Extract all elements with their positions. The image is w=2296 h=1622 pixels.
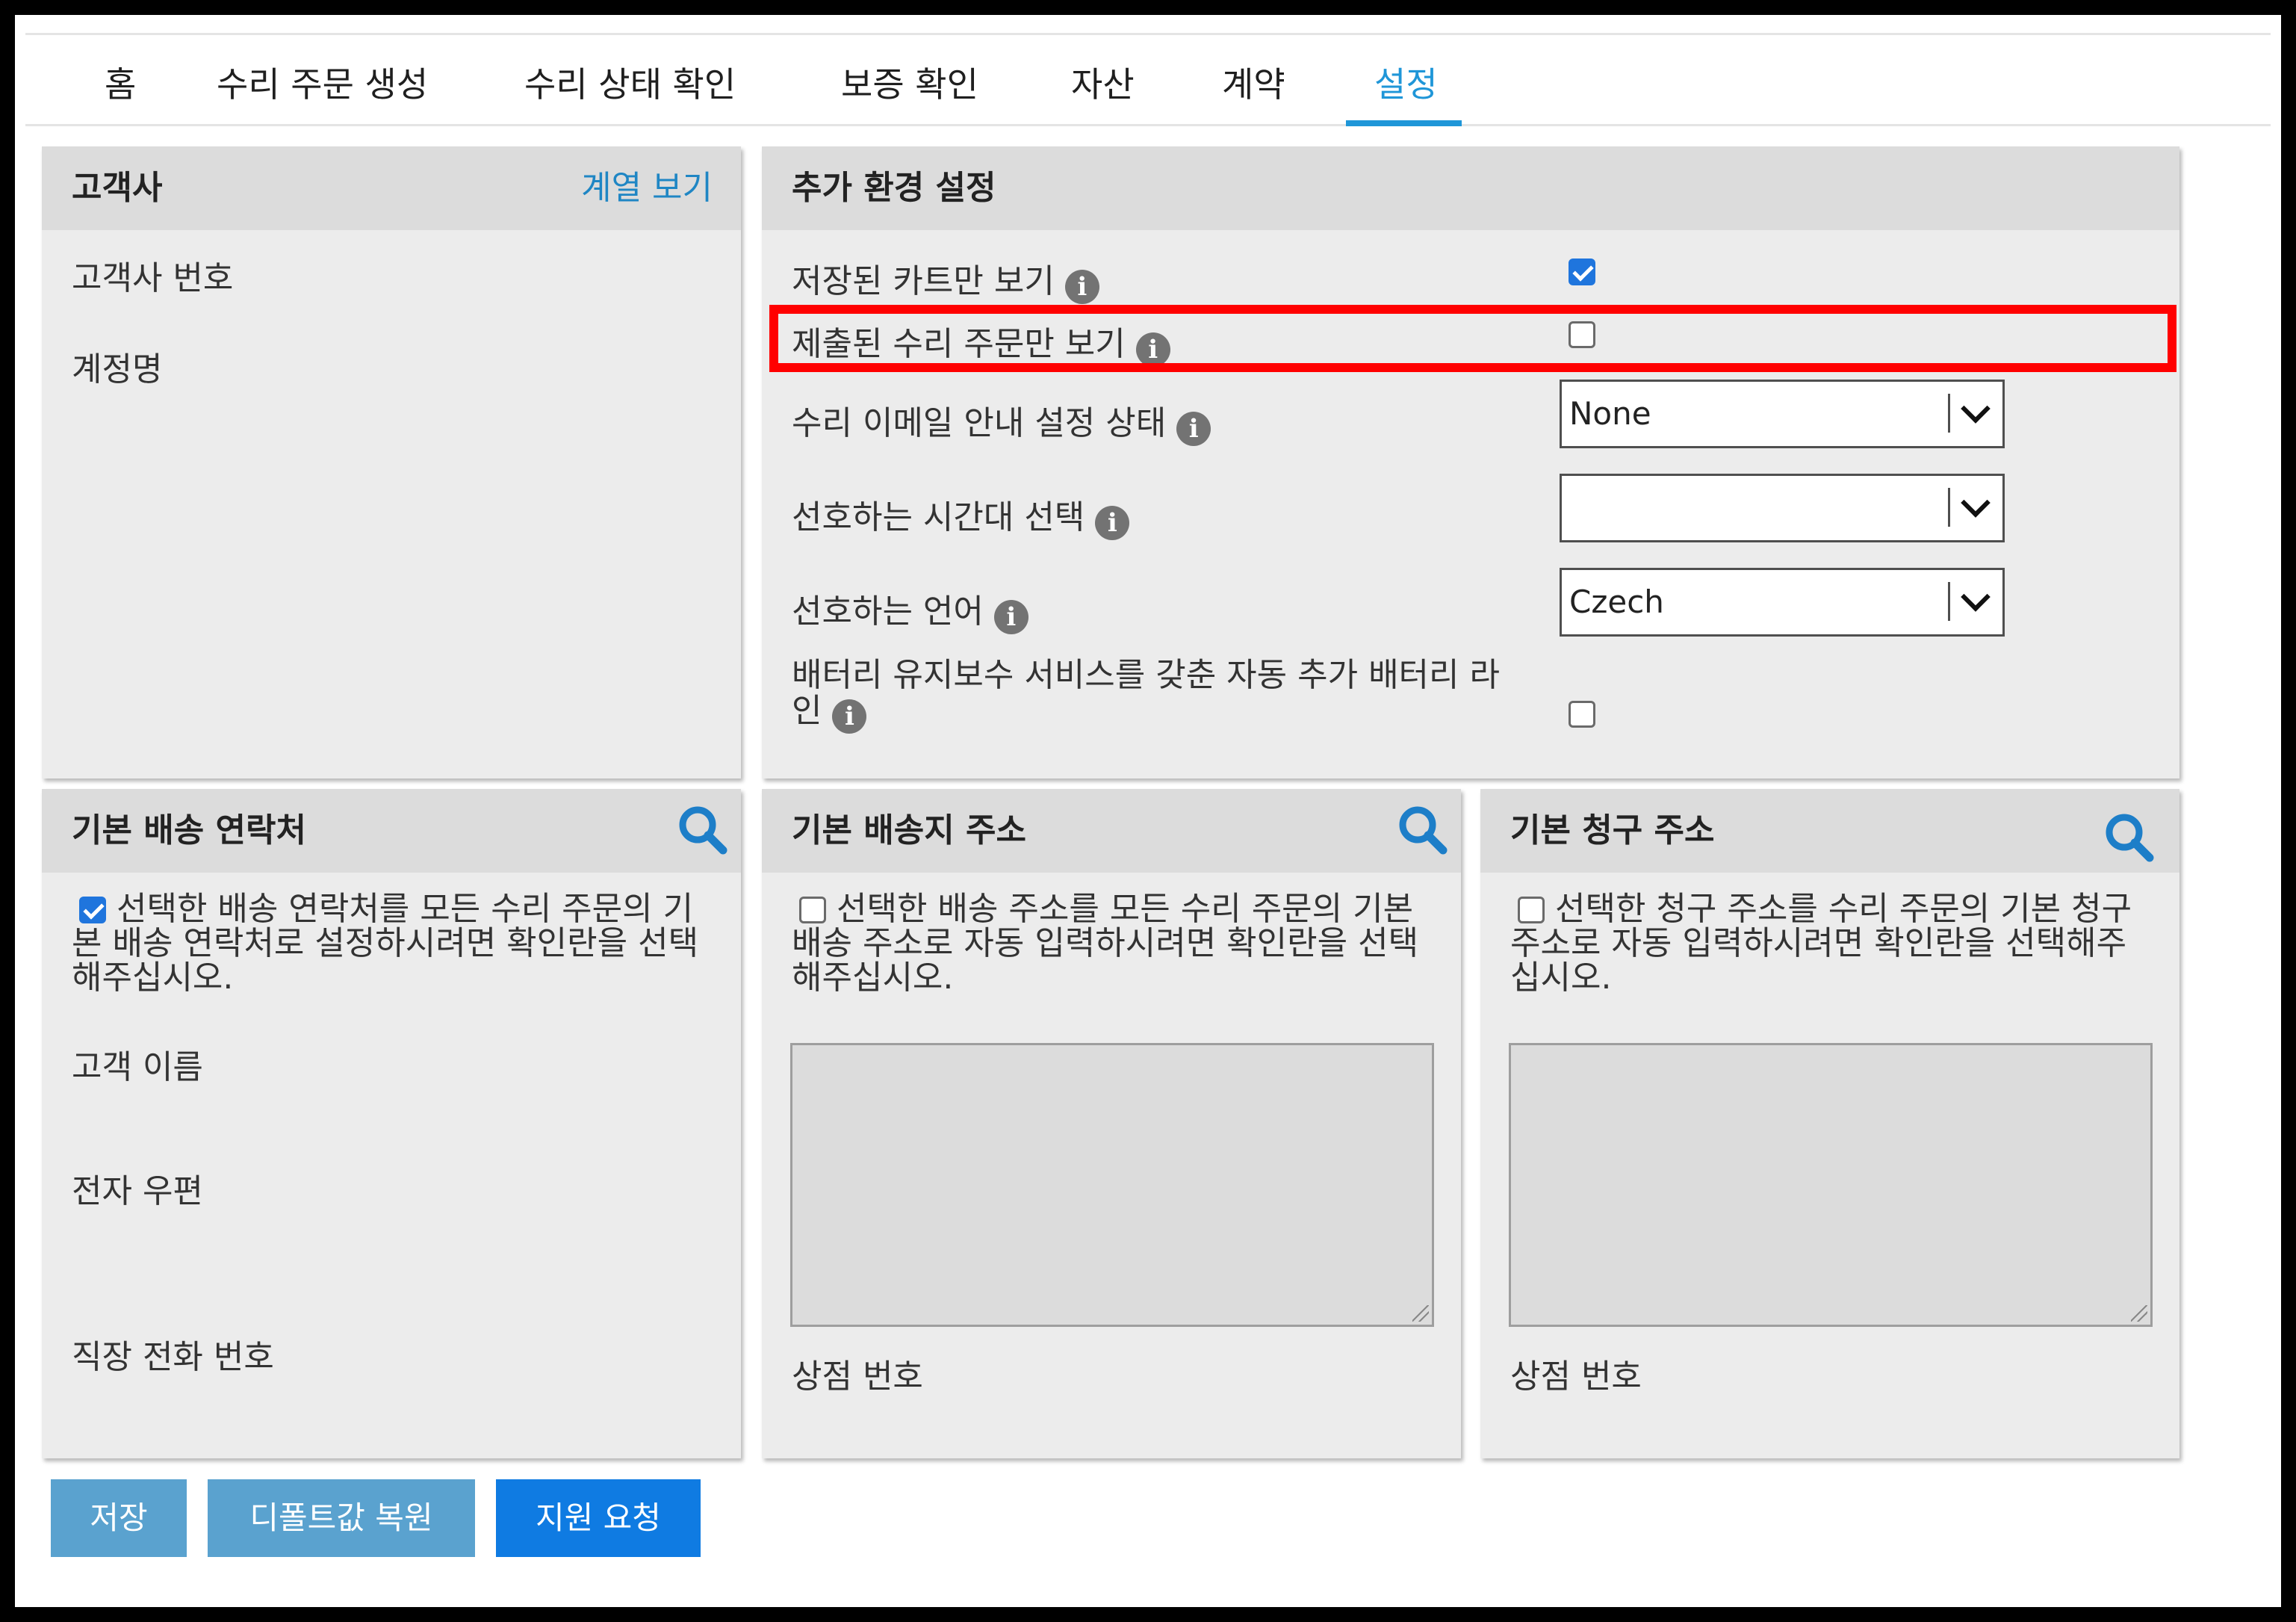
language-select[interactable]: Czech (1560, 568, 2005, 637)
save-button[interactable]: 저장 (51, 1479, 187, 1557)
chevron-down-icon (1961, 488, 1991, 518)
shipping-address-textarea[interactable] (790, 1043, 1434, 1327)
billing-address-header: 기본 청구 주소 (1480, 789, 2179, 873)
info-icon[interactable]: i (1176, 412, 1211, 446)
restore-defaults-button[interactable]: 디폴트값 복원 (208, 1479, 475, 1557)
search-icon[interactable] (2103, 811, 2154, 862)
work-phone-label: 직장 전화 번호 (72, 1338, 274, 1376)
shipping-contact-header: 기본 배송 연락처 (42, 789, 741, 873)
preferences-panel-title: 추가 환경 설정 (792, 169, 996, 207)
shipping-address-header: 기본 배송지 주소 (762, 789, 1461, 873)
timezone-select[interactable] (1560, 474, 2005, 542)
tab-home[interactable]: 홈 (105, 36, 136, 124)
tab-create-repair-order[interactable]: 수리 주문 생성 (217, 36, 428, 124)
info-icon[interactable]: i (1064, 270, 1099, 304)
language-label: 선호하는 언어 i (792, 584, 1028, 634)
preferences-panel-header: 추가 환경 설정 (762, 146, 2179, 230)
tab-settings[interactable]: 설정 (1346, 36, 1462, 126)
tab-warranty-check[interactable]: 보증 확인 (841, 36, 978, 124)
tab-bar: 홈 수리 주문 생성 수리 상태 확인 보증 확인 자산 계약 설정 (25, 36, 2271, 126)
billing-address-panel: 기본 청구 주소 선택한 청구 주소를 수리 주문의 기본 청구 주소로 자동 … (1480, 789, 2179, 1458)
chevron-down-icon (1961, 582, 1991, 612)
email-label: 전자 우편 (72, 1172, 203, 1210)
customer-panel-title: 고객사 (72, 169, 163, 207)
shipping-contact-title: 기본 배송 연락처 (72, 811, 306, 849)
billing-address-default-checkbox[interactable] (1518, 897, 1545, 923)
top-divider (25, 33, 2271, 35)
shipping-contact-panel: 기본 배송 연락처 선택한 배송 연락처를 모든 수리 주문의 기본 배송 연락… (42, 789, 741, 1458)
billing-address-title: 기본 청구 주소 (1510, 811, 1715, 849)
chevron-down-icon (1961, 394, 1991, 424)
billing-address-textarea[interactable] (1509, 1043, 2153, 1327)
customer-number-label: 고객사 번호 (72, 259, 234, 297)
saved-carts-only-checkbox[interactable] (1569, 259, 1595, 285)
view-affiliates-link[interactable]: 계열 보기 (581, 146, 713, 230)
battery-autoadd-checkbox[interactable] (1569, 701, 1595, 728)
info-icon[interactable]: i (1095, 506, 1130, 540)
timezone-label: 선호하는 시간대 선택 i (792, 490, 1130, 540)
battery-autoadd-label: 배터리 유지보수 서비스를 갖춘 자동 추가 배터리 라인i (792, 657, 1500, 734)
customer-panel: 고객사 계열 보기 고객사 번호 계정명 (42, 146, 741, 779)
billing-address-description: 선택한 청구 주소를 수리 주문의 기본 청구 주소로 자동 입력하시려면 확인… (1510, 890, 2132, 997)
preferences-panel: 추가 환경 설정 저장된 카트만 보기 i 제출된 수리 주문만 보기 i 수리 이… (762, 146, 2179, 779)
shipping-contact-description: 선택한 배송 연락처를 모든 수리 주문의 기본 배송 연락처로 설정하시려면 … (72, 890, 699, 997)
customer-panel-header: 고객사 계열 보기 (42, 146, 741, 230)
shipping-address-panel: 기본 배송지 주소 선택한 배송 주소를 모든 수리 주문의 기본 배송 주소로… (762, 789, 1461, 1458)
settings-page: 홈 수리 주문 생성 수리 상태 확인 보증 확인 자산 계약 설정 고객사 계… (15, 15, 2281, 1607)
account-name-label: 계정명 (72, 350, 163, 389)
billing-store-number-label: 상점 번호 (1510, 1358, 1642, 1396)
shipping-address-default-checkbox[interactable] (799, 897, 826, 923)
shipping-contact-default-checkbox[interactable] (79, 897, 106, 923)
tab-assets[interactable]: 자산 (1071, 36, 1135, 124)
shipping-address-title: 기본 배송지 주소 (792, 811, 1026, 849)
email-notification-select[interactable]: None (1560, 380, 2005, 448)
shipping-address-description: 선택한 배송 주소를 모든 수리 주문의 기본 배송 주소로 자동 입력하시려면… (792, 890, 1419, 997)
highlight-box (769, 305, 2176, 372)
search-icon[interactable] (1397, 804, 1448, 855)
saved-carts-only-label: 저장된 카트만 보기 i (792, 254, 1099, 304)
language-value: Czech (1569, 584, 1664, 620)
search-icon[interactable] (677, 804, 727, 855)
customer-name-label: 고객 이름 (72, 1048, 203, 1086)
tab-repair-status[interactable]: 수리 상태 확인 (524, 36, 736, 124)
support-request-button[interactable]: 지원 요청 (496, 1479, 701, 1557)
info-icon[interactable]: i (993, 600, 1028, 634)
shipping-store-number-label: 상점 번호 (792, 1358, 923, 1396)
info-icon[interactable]: i (832, 699, 867, 734)
email-notification-value: None (1569, 395, 1651, 432)
tab-contracts[interactable]: 계약 (1222, 36, 1285, 124)
email-notification-label: 수리 이메일 안내 설정 상태 i (792, 396, 1211, 446)
